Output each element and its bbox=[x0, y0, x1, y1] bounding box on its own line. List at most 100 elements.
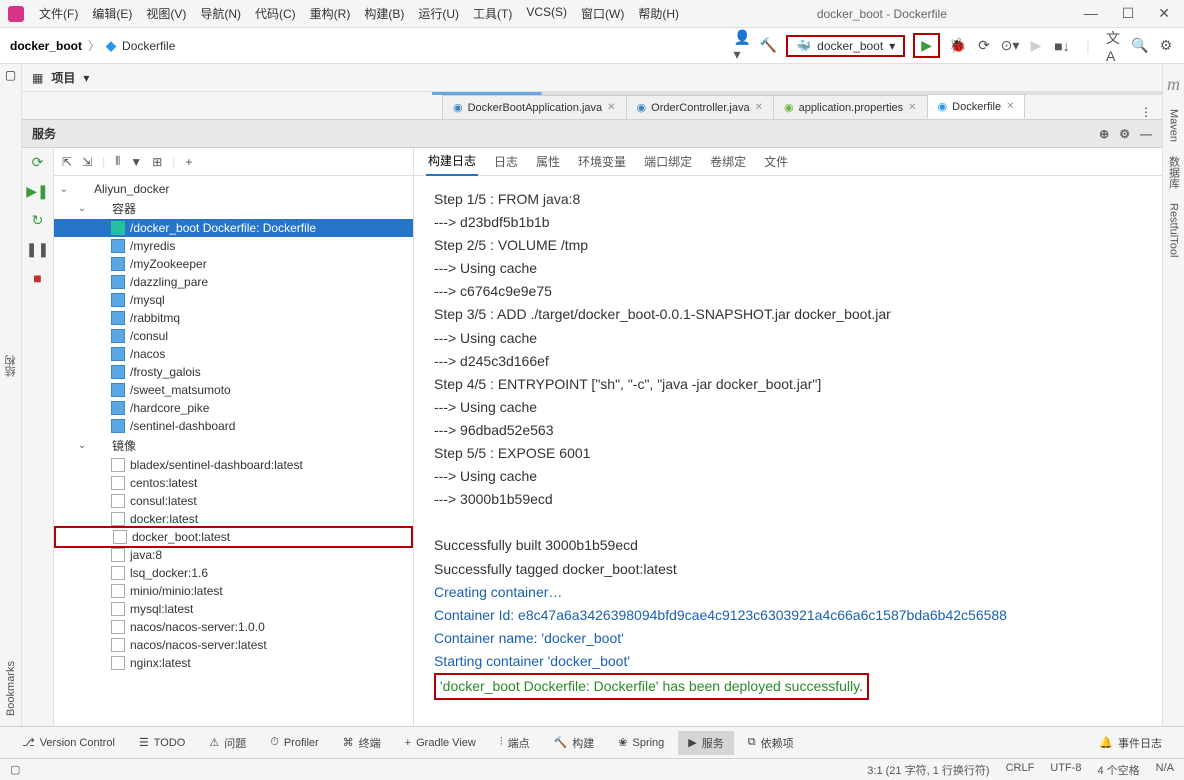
bookmarks-tool-button[interactable]: Bookmarks bbox=[5, 661, 17, 716]
container-item[interactable]: /hardcore_pike bbox=[54, 399, 413, 417]
console-tab[interactable]: 属性 bbox=[534, 148, 562, 175]
menu-navigate[interactable]: 导航(N) bbox=[193, 1, 248, 26]
deploy-icon[interactable]: ▶❚ bbox=[26, 183, 49, 200]
breadcrumb-project[interactable]: docker_boot bbox=[10, 39, 82, 53]
console-output[interactable]: Step 1/5 : FROM java:8 ---> d23bdf5b1b1b… bbox=[414, 176, 1162, 726]
close-icon[interactable]: ✕ bbox=[1006, 101, 1014, 112]
status-indent[interactable]: 4 个空格 bbox=[1097, 762, 1139, 778]
containers-group[interactable]: ⌄容器 bbox=[54, 198, 413, 219]
status-extra[interactable]: N/A bbox=[1156, 762, 1174, 778]
container-item[interactable]: /mysql bbox=[54, 291, 413, 309]
add-icon[interactable]: ⊕ bbox=[1099, 127, 1109, 141]
expand-all-icon[interactable]: ⇱ bbox=[62, 155, 72, 169]
images-group[interactable]: ⌄镜像 bbox=[54, 435, 413, 456]
bottom-tab[interactable]: ⚠问题 bbox=[199, 731, 256, 755]
container-item[interactable]: /frosty_galois bbox=[54, 363, 413, 381]
restful-tool-button[interactable]: RestfulTool bbox=[1168, 203, 1180, 257]
menu-tools[interactable]: 工具(T) bbox=[466, 1, 519, 26]
container-item[interactable]: /consul bbox=[54, 327, 413, 345]
menu-refactor[interactable]: 重构(R) bbox=[303, 1, 358, 26]
bottom-tab[interactable]: ⏱Profiler bbox=[260, 732, 328, 753]
run-dashboard-icon[interactable]: ▶ bbox=[1028, 38, 1044, 54]
close-button[interactable]: ✕ bbox=[1152, 5, 1176, 22]
editor-tab[interactable]: ◉DockerBootApplication.java✕ bbox=[442, 95, 627, 119]
image-item[interactable]: centos:latest bbox=[54, 474, 413, 492]
project-tool-button[interactable]: ▢ bbox=[5, 68, 16, 82]
search-icon[interactable]: 🔍 bbox=[1132, 38, 1148, 54]
bottom-tab[interactable]: ⧉依赖项 bbox=[738, 731, 804, 755]
bottom-tab[interactable]: +Gradle View bbox=[395, 733, 486, 753]
minimize-icon[interactable]: — bbox=[1140, 127, 1152, 141]
maven-m-icon[interactable]: m bbox=[1167, 74, 1180, 95]
container-item[interactable]: /dazzling_pare bbox=[54, 273, 413, 291]
hammer-icon[interactable]: 🔨 bbox=[760, 38, 776, 54]
status-square-icon[interactable]: ▢ bbox=[10, 763, 20, 776]
more-tabs-icon[interactable]: ⋮ bbox=[1130, 105, 1162, 119]
menu-vcs[interactable]: VCS(S) bbox=[519, 1, 574, 26]
console-tab[interactable]: 环境变量 bbox=[576, 148, 628, 175]
menu-run[interactable]: 运行(U) bbox=[411, 1, 466, 26]
container-item[interactable]: /sentinel-dashboard bbox=[54, 417, 413, 435]
structure-tool-button[interactable]: 结构 bbox=[3, 355, 19, 377]
container-item[interactable]: /myredis bbox=[54, 237, 413, 255]
editor-tab[interactable]: ◉OrderController.java✕ bbox=[626, 95, 774, 119]
services-tree[interactable]: ⌄Aliyun_docker⌄容器/docker_boot Dockerfile… bbox=[54, 176, 413, 726]
image-item[interactable]: minio/minio:latest bbox=[54, 582, 413, 600]
minimize-button[interactable]: — bbox=[1078, 5, 1104, 22]
menu-build[interactable]: 构建(B) bbox=[357, 1, 411, 26]
container-item[interactable]: /myZookeeper bbox=[54, 255, 413, 273]
status-encoding[interactable]: UTF-8 bbox=[1050, 762, 1081, 778]
pause-icon[interactable]: ❚❚ bbox=[26, 241, 49, 258]
tree-root[interactable]: ⌄Aliyun_docker bbox=[54, 180, 413, 198]
console-tab[interactable]: 端口绑定 bbox=[642, 148, 694, 175]
group-icon[interactable]: ⫴ bbox=[115, 154, 120, 169]
settings-icon[interactable]: ⚙ bbox=[1158, 38, 1174, 54]
container-item[interactable]: /docker_boot Dockerfile: Dockerfile bbox=[54, 219, 413, 237]
breadcrumb-file[interactable]: Dockerfile bbox=[122, 39, 175, 53]
refresh-icon[interactable]: ⟳ bbox=[32, 154, 44, 171]
bottom-tab[interactable]: ⎇Version Control bbox=[12, 732, 125, 753]
settings-icon[interactable]: ⚙ bbox=[1119, 127, 1130, 141]
container-item[interactable]: /rabbitmq bbox=[54, 309, 413, 327]
bottom-tab[interactable]: ☰TODO bbox=[129, 732, 195, 753]
image-item[interactable]: consul:latest bbox=[54, 492, 413, 510]
project-view-icon[interactable]: ▦ bbox=[32, 71, 43, 85]
menu-view[interactable]: 视图(V) bbox=[139, 1, 193, 26]
project-label[interactable]: 项目 bbox=[51, 69, 75, 86]
console-tab[interactable]: 日志 bbox=[492, 148, 520, 175]
image-item[interactable]: java:8 bbox=[54, 546, 413, 564]
container-item[interactable]: /sweet_matsumoto bbox=[54, 381, 413, 399]
console-tab[interactable]: 文件 bbox=[762, 148, 790, 175]
image-item[interactable]: mysql:latest bbox=[54, 600, 413, 618]
event-log-button[interactable]: 🔔事件日志 bbox=[1089, 731, 1172, 755]
image-item[interactable]: nacos/nacos-server:1.0.0 bbox=[54, 618, 413, 636]
image-item[interactable]: docker_boot:latest bbox=[54, 526, 413, 548]
database-tool-button[interactable]: 数据库 bbox=[1166, 156, 1182, 189]
menu-file[interactable]: 文件(F) bbox=[32, 1, 85, 26]
status-line-separator[interactable]: CRLF bbox=[1006, 762, 1035, 778]
image-item[interactable]: nacos/nacos-server:latest bbox=[54, 636, 413, 654]
image-item[interactable]: bladex/sentinel-dashboard:latest bbox=[54, 456, 413, 474]
menu-code[interactable]: 代码(C) bbox=[248, 1, 303, 26]
menu-help[interactable]: 帮助(H) bbox=[631, 1, 686, 26]
editor-tab[interactable]: ◉application.properties✕ bbox=[773, 95, 928, 119]
menu-edit[interactable]: 编辑(E) bbox=[85, 1, 139, 26]
run-configuration-selector[interactable]: 🐳 docker_boot ▾ bbox=[786, 35, 905, 57]
bottom-tab[interactable]: 🔨构建 bbox=[544, 731, 605, 755]
profile-icon[interactable]: ⊙▾ bbox=[1002, 38, 1018, 54]
run-button[interactable]: ▶ bbox=[913, 33, 940, 58]
close-icon[interactable]: ✕ bbox=[607, 102, 615, 113]
console-tab[interactable]: 卷绑定 bbox=[708, 148, 748, 175]
translate-icon[interactable]: 文A bbox=[1106, 38, 1122, 54]
rerun-icon[interactable]: ↻ bbox=[32, 212, 44, 229]
user-icon[interactable]: 👤▾ bbox=[734, 38, 750, 54]
stop-icon[interactable]: ■ bbox=[33, 270, 41, 286]
close-icon[interactable]: ✕ bbox=[908, 102, 916, 113]
add-icon[interactable]: + bbox=[185, 155, 192, 169]
debug-icon[interactable]: 🐞 bbox=[950, 38, 966, 54]
status-position[interactable]: 3:1 (21 字符, 1 行换行符) bbox=[867, 762, 989, 778]
image-item[interactable]: lsq_docker:1.6 bbox=[54, 564, 413, 582]
editor-tab[interactable]: ◉Dockerfile✕ bbox=[927, 94, 1026, 119]
close-icon[interactable]: ✕ bbox=[755, 102, 763, 113]
chevron-down-icon[interactable]: ▾ bbox=[83, 71, 89, 85]
